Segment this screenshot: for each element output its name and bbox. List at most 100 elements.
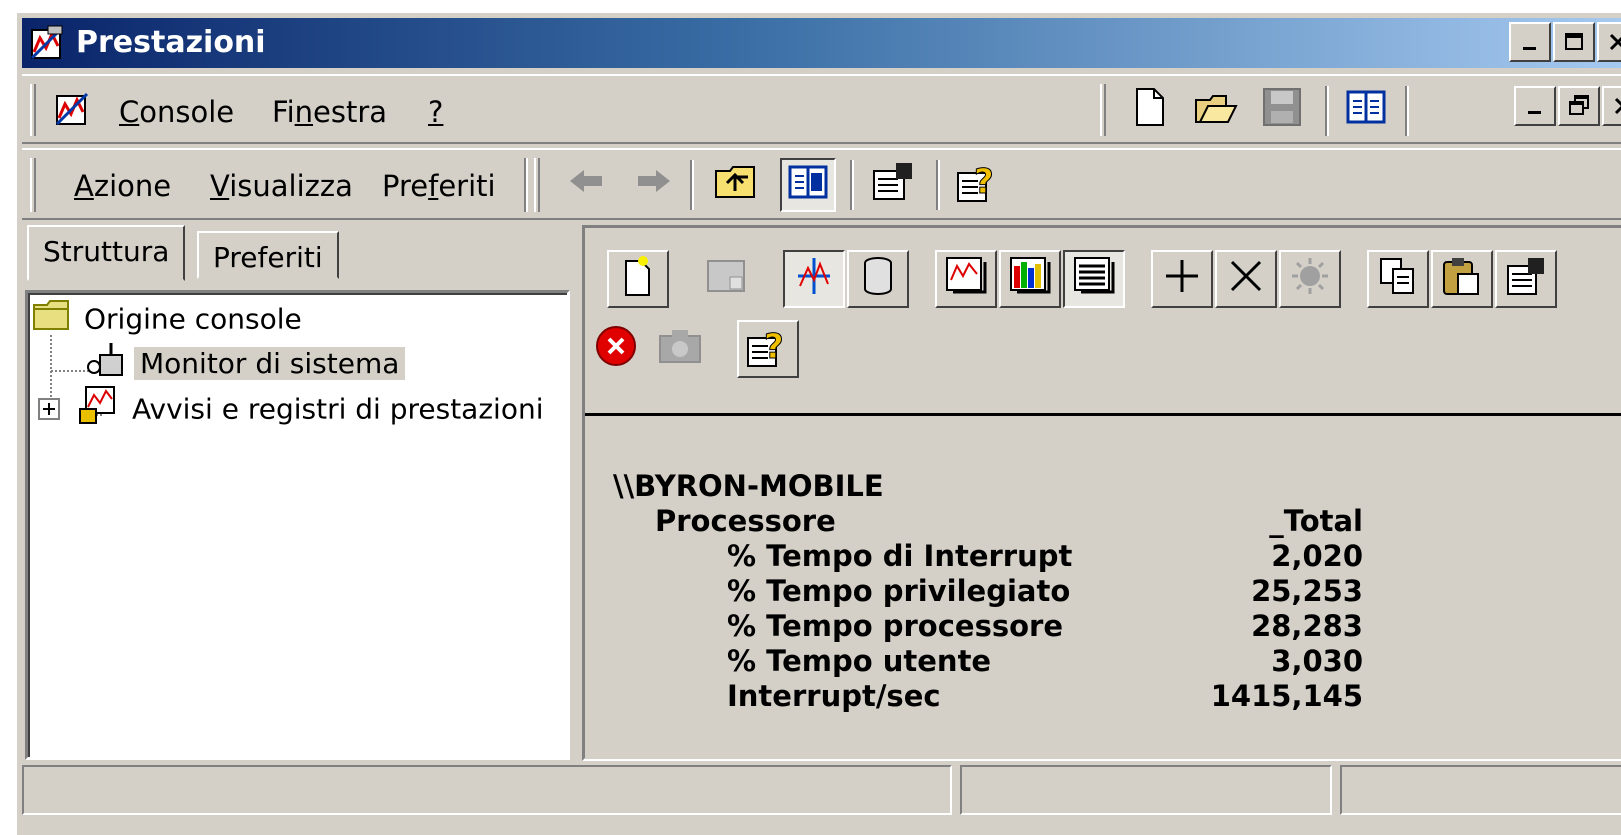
maximize-icon — [1564, 26, 1584, 59]
new-button[interactable] — [1126, 86, 1174, 134]
tab-preferiti[interactable]: Preferiti — [197, 231, 339, 279]
forward-button[interactable] — [630, 160, 678, 208]
console-tree-icon — [1346, 90, 1386, 131]
report-counter-name: % Tempo processore — [727, 609, 1064, 643]
view-graph-button[interactable] — [935, 250, 997, 308]
highlight-icon — [1290, 256, 1330, 303]
paste-counter-list-button[interactable] — [1431, 250, 1493, 308]
menu-azione[interactable]: Azione — [74, 166, 171, 206]
copy-properties-button[interactable] — [1367, 250, 1429, 308]
menubar-grip[interactable] — [30, 84, 36, 136]
camera-icon — [658, 328, 702, 371]
system-monitor-icon — [86, 341, 126, 388]
menu-help[interactable]: ? — [428, 92, 443, 132]
report-counter-value: 1415,145 — [1210, 679, 1363, 713]
delete-x-icon — [1228, 258, 1264, 301]
svg-text:?: ? — [974, 162, 994, 202]
child-restore-button[interactable] — [1558, 86, 1600, 126]
view-current-activity-button[interactable] — [783, 250, 845, 308]
console-tree[interactable]: Origine console Monitor di sistema Avvis… — [25, 290, 570, 760]
copy-icon — [1379, 257, 1417, 302]
toolbar-grip[interactable] — [1100, 84, 1106, 136]
console-tree-icon — [788, 165, 828, 206]
report-instance-name: _Total — [1269, 504, 1363, 538]
update-data-button[interactable] — [649, 320, 711, 378]
menubar-grip[interactable] — [30, 158, 36, 212]
paste-clipboard-icon — [1442, 256, 1482, 303]
new-document-icon — [1134, 87, 1166, 134]
graph-view-icon — [945, 256, 987, 303]
properties-icon — [1506, 256, 1546, 303]
save-button[interactable] — [1258, 86, 1306, 134]
menu-visualizza[interactable]: Visualizza — [210, 166, 353, 206]
performance-logs-icon — [78, 385, 118, 436]
show-hide-tree-button-2[interactable] — [780, 158, 836, 212]
monitor-toolbar: ? — [585, 228, 1621, 416]
plus-icon — [1164, 258, 1200, 301]
minimize-icon — [1521, 26, 1539, 59]
minimize-icon — [1526, 90, 1544, 123]
tree-item-alerts-logs[interactable]: Avvisi e registri di prestazioni — [38, 385, 543, 436]
minimize-button[interactable] — [1509, 22, 1551, 62]
clear-display-button[interactable] — [695, 250, 757, 308]
system-monitor-pane: ? \\BYRON-MOBILE Processore _Total % Tem… — [582, 225, 1621, 761]
arrow-right-icon — [634, 166, 674, 203]
report-counter-value: 3,030 — [1271, 644, 1363, 678]
title-bar[interactable]: Prestazioni — [22, 18, 1621, 68]
stop-red-x-icon — [594, 324, 638, 375]
status-bar — [22, 765, 1621, 815]
current-activity-icon — [794, 256, 834, 303]
console-app-icon[interactable] — [48, 84, 96, 132]
properties-icon — [872, 161, 916, 208]
view-log-data-button[interactable] — [847, 250, 909, 308]
open-button[interactable] — [1192, 86, 1240, 134]
view-histogram-button[interactable] — [999, 250, 1061, 308]
report-counter-value: 25,253 — [1251, 574, 1363, 608]
report-counter-name: Interrupt/sec — [727, 679, 941, 713]
status-pane-middle — [960, 765, 1332, 815]
open-folder-icon — [1194, 88, 1238, 133]
save-disk-icon — [1262, 87, 1302, 134]
help-button[interactable]: ? — [954, 160, 1002, 208]
add-counter-button[interactable] — [1151, 250, 1213, 308]
delete-counter-button[interactable] — [1215, 250, 1277, 308]
new-counter-set-button[interactable] — [607, 250, 669, 308]
tab-struttura[interactable]: Struttura — [27, 225, 186, 281]
report-object-name: Processore — [655, 504, 836, 538]
report-counter-name: % Tempo utente — [727, 644, 992, 678]
toolbar-grip[interactable] — [534, 158, 540, 212]
help-icon: ? — [956, 159, 1000, 210]
close-button[interactable] — [1597, 22, 1621, 62]
freeze-display-button[interactable] — [585, 320, 647, 378]
performance-monitor-icon — [28, 24, 66, 62]
new-counter-set-icon — [623, 255, 653, 304]
menu-finestra[interactable]: Finestra — [272, 92, 387, 132]
report-counter-value: 2,020 — [1271, 539, 1363, 573]
up-one-level-button[interactable] — [712, 160, 760, 208]
maximize-button[interactable] — [1553, 22, 1595, 62]
tree-item-system-monitor[interactable]: Monitor di sistema — [86, 341, 406, 388]
show-hide-tree-button[interactable] — [1342, 86, 1390, 134]
expand-plus-icon[interactable] — [38, 391, 60, 431]
view-report-button[interactable] — [1063, 250, 1125, 308]
performance-window: Prestazioni Console Finestra ? Azione Vi… — [14, 10, 1621, 835]
properties-button[interactable] — [870, 160, 918, 208]
status-pane-right — [1340, 765, 1621, 815]
help-icon: ? — [746, 324, 790, 375]
monitor-help-button[interactable]: ? — [737, 320, 799, 378]
close-icon — [1613, 90, 1621, 123]
action-menubar: Azione Visualizza Preferiti ? — [22, 148, 1621, 220]
report-view-icon — [1073, 256, 1115, 303]
clear-display-icon — [706, 257, 746, 302]
child-close-button[interactable] — [1602, 86, 1621, 126]
menu-preferiti[interactable]: Preferiti — [382, 166, 496, 206]
menu-console[interactable]: Console — [119, 92, 234, 132]
report-counter-name: % Tempo di Interrupt — [727, 539, 1073, 573]
report-counter-value: 28,283 — [1251, 609, 1363, 643]
svg-text:?: ? — [764, 327, 784, 367]
back-button[interactable] — [562, 160, 610, 208]
report-computer-name: \\BYRON-MOBILE — [613, 469, 884, 503]
highlight-button[interactable] — [1279, 250, 1341, 308]
child-minimize-button[interactable] — [1514, 86, 1556, 126]
monitor-properties-button[interactable] — [1495, 250, 1557, 308]
